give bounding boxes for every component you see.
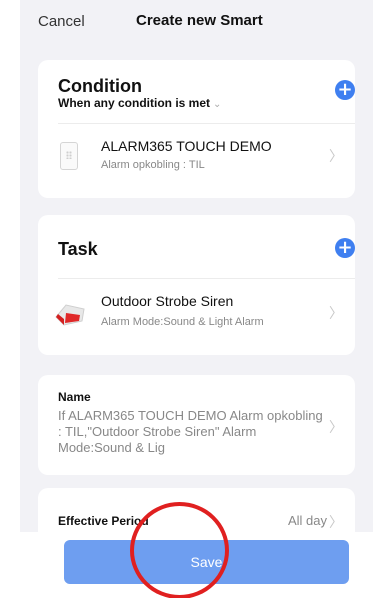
condition-card: Condition When any condition is met ⌄ + A…	[38, 60, 355, 198]
task-item[interactable]: Outdoor Strobe Siren Alarm Mode:Sound & …	[38, 279, 355, 351]
add-condition-icon[interactable]: +	[335, 80, 355, 100]
condition-item[interactable]: ALARM365 TOUCH DEMO Alarm opkobling : TI…	[38, 124, 355, 194]
alarm-keypad-icon	[60, 142, 78, 170]
page-title: Create new Smart	[136, 12, 263, 29]
chevron-right-icon: 〉	[329, 420, 343, 436]
task-title: Task	[58, 239, 98, 259]
condition-mode-selector[interactable]: When any condition is met ⌄	[58, 96, 221, 110]
condition-title: Condition	[58, 76, 142, 96]
strobe-siren-icon	[55, 304, 85, 326]
effective-period-label: Effective Period	[58, 514, 149, 528]
chevron-right-icon: 〉	[329, 306, 343, 322]
condition-item-subtitle: Alarm opkobling : TIL	[101, 159, 205, 171]
top-bar: Cancel Create new Smart	[20, 0, 373, 44]
chevron-right-icon: 〉	[329, 515, 343, 531]
condition-mode-label: When any condition is met	[58, 96, 211, 110]
task-item-title: Outdoor Strobe Siren	[101, 293, 234, 309]
cancel-button[interactable]: Cancel	[38, 13, 85, 30]
add-task-icon[interactable]: +	[335, 238, 355, 258]
effective-period-value: All day	[287, 513, 327, 528]
name-label: Name	[58, 390, 91, 404]
task-item-subtitle: Alarm Mode:Sound & Light Alarm	[101, 316, 264, 328]
chevron-right-icon: 〉	[329, 149, 343, 165]
name-value: If ALARM365 TOUCH DEMO Alarm opkobling :…	[58, 408, 323, 455]
name-card[interactable]: Name If ALARM365 TOUCH DEMO Alarm opkobl…	[38, 375, 355, 475]
condition-item-title: ALARM365 TOUCH DEMO	[101, 138, 272, 154]
task-card: Task + Outdoor Strobe Siren Alarm Mode:S…	[38, 215, 355, 355]
chevron-down-icon: ⌄	[213, 99, 222, 110]
highlight-circle	[130, 502, 229, 598]
